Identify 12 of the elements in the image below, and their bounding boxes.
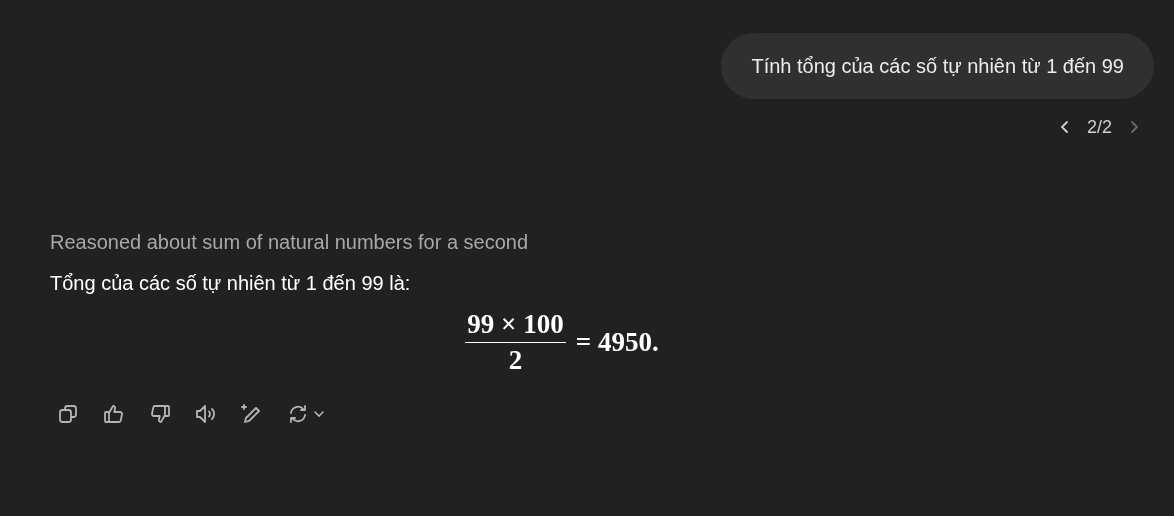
thumbs-down-icon[interactable] — [148, 402, 172, 426]
user-message: Tính tổng của các số tự nhiên từ 1 đến 99 — [721, 33, 1154, 99]
formula-result: = 4950. — [575, 327, 659, 358]
reasoning-summary[interactable]: Reasoned about sum of natural numbers for a second — [50, 231, 1154, 254]
numerator: 99 × 100 — [465, 309, 566, 343]
thumbs-up-icon[interactable] — [102, 402, 126, 426]
page-counter: 2/2 — [1086, 116, 1112, 138]
speaker-icon[interactable] — [194, 402, 218, 426]
answer-text: Tổng của các số tự nhiên từ 1 đến 99 là: — [50, 272, 412, 295]
chevron-left-icon[interactable] — [1058, 119, 1071, 135]
denominator: 2 — [508, 344, 523, 376]
copy-icon[interactable] — [56, 402, 80, 426]
